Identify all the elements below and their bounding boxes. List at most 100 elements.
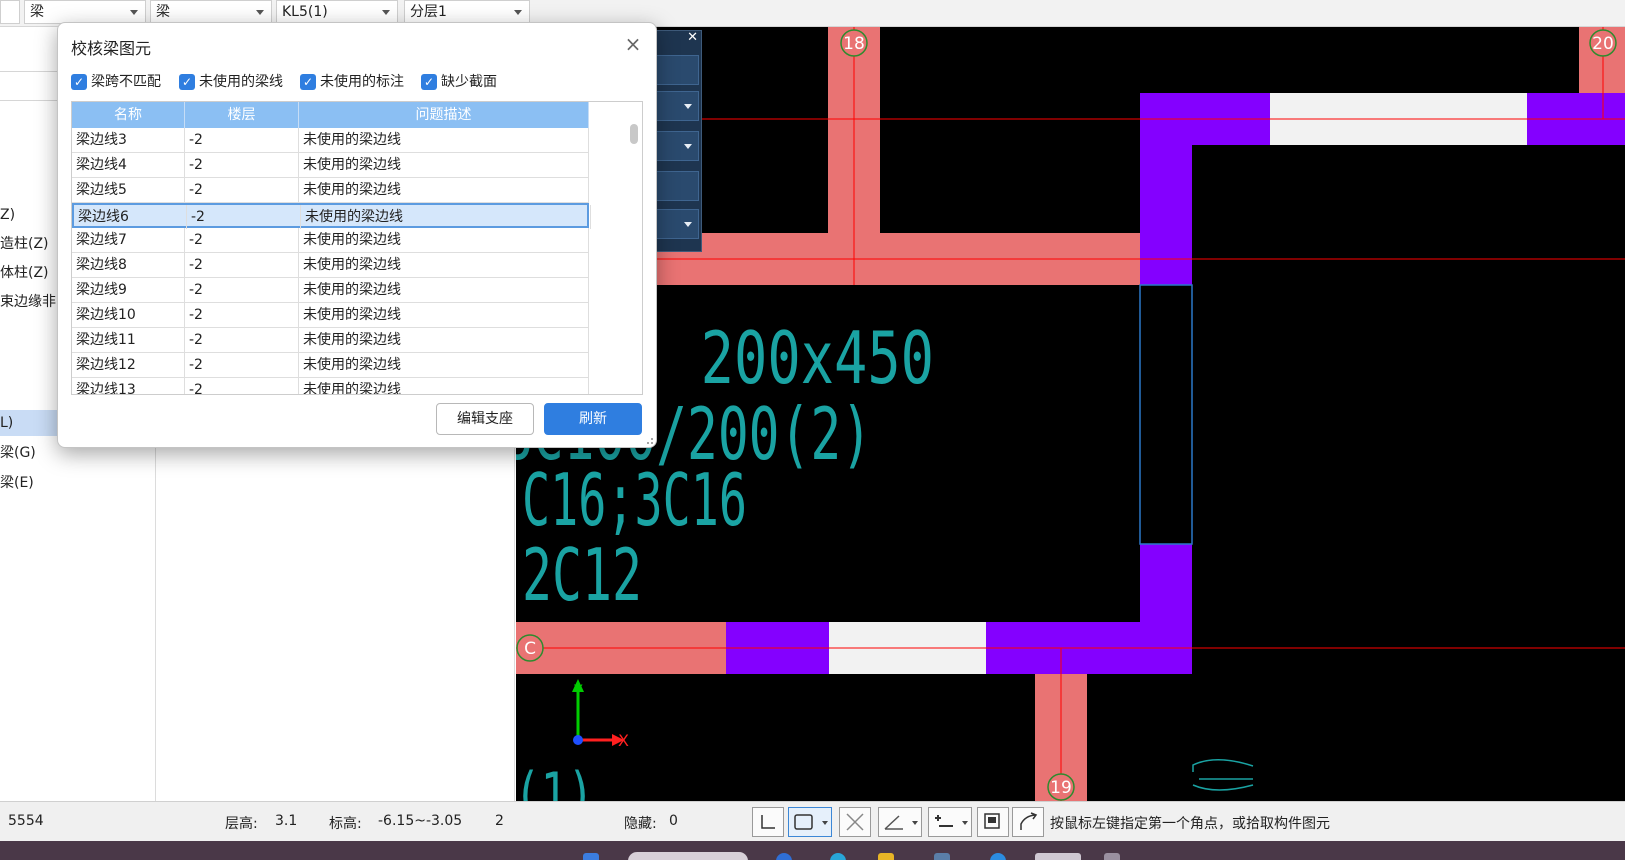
status-bar: 5554 层高: 3.1 标高: -6.15~-3.05 2 隐藏: 0 按鼠标… (0, 801, 1625, 841)
table-row[interactable]: 梁边线12 -2 未使用的梁边线 (72, 353, 589, 378)
column-header-floor[interactable]: 楼层 (185, 102, 299, 128)
table-cell-desc: 未使用的梁边线 (299, 278, 589, 302)
browser-icon[interactable] (776, 853, 792, 860)
table-row[interactable]: 梁边线9 -2 未使用的梁边线 (72, 278, 589, 303)
column-header-name[interactable]: 名称 (72, 102, 185, 128)
chevron-down-icon (256, 10, 264, 15)
table-cell-desc: 未使用的梁边线 (299, 353, 589, 377)
beam-annotation: C16;3C16 (522, 458, 747, 542)
table-cell-desc: 未使用的梁边线 (301, 205, 591, 229)
checkbox-unused-annotation[interactable]: ✓ 未使用的标注 (300, 72, 404, 92)
table-cell-floor: -2 (185, 303, 299, 327)
table-cell-name: 梁边线13 (72, 378, 185, 394)
table-cell-name: 梁边线8 (72, 253, 185, 277)
app-icon[interactable] (934, 853, 950, 860)
taskbar-search[interactable] (628, 852, 748, 860)
display-settings-button[interactable] (977, 807, 1009, 837)
section-symbol (1192, 759, 1254, 791)
floor-height-value: 3.1 (275, 813, 298, 829)
element-name-value: KL5(1) (282, 4, 328, 20)
table-cell-floor: -2 (185, 153, 299, 177)
floor-height-label: 层高: (225, 816, 258, 832)
orthogonal-mode-button[interactable] (752, 807, 784, 837)
y-axis-label: Y (573, 683, 583, 699)
axis-label-18: 18 (843, 34, 865, 54)
folder-icon[interactable] (878, 853, 894, 860)
tree-item[interactable]: 梁(G) (0, 440, 36, 466)
table-row[interactable]: 梁边线7 -2 未使用的梁边线 (72, 228, 589, 253)
trim-tool-button[interactable] (1012, 807, 1044, 837)
refresh-button[interactable]: 刷新 (544, 403, 642, 435)
snap-offset-button[interactable] (928, 807, 972, 837)
vertical-scrollbar[interactable] (630, 124, 638, 144)
checkbox-label: 梁跨不匹配 (91, 74, 161, 90)
table-row[interactable]: 梁边线10 -2 未使用的梁边线 (72, 303, 589, 328)
tree-item[interactable]: 梁(E) (0, 470, 34, 496)
table-cell-floor: -2 (185, 353, 299, 377)
table-cell-floor: -2 (185, 253, 299, 277)
table-cell-name: 梁边线4 (72, 153, 185, 177)
ortho-icon (761, 815, 775, 829)
selection-count: 2 (495, 813, 504, 829)
checkbox-missing-section[interactable]: ✓ 缺少截面 (421, 72, 497, 92)
tree-item[interactable]: 造柱(Z) (0, 231, 49, 257)
rectangle-select-icon (794, 814, 813, 830)
tree-item-label: 体柱(Z) (0, 265, 49, 281)
checkbox-span-mismatch[interactable]: ✓ 梁跨不匹配 (71, 72, 161, 92)
hidden-value: 0 (669, 813, 678, 829)
table-cell-name: 梁边线11 (72, 328, 185, 352)
element-type-value: 梁 (30, 4, 44, 20)
app-icon[interactable] (1104, 853, 1120, 860)
select-mode-button[interactable] (788, 807, 832, 837)
table-row[interactable]: 梁边线4 -2 未使用的梁边线 (72, 153, 589, 178)
checkmark-icon: ✓ (179, 74, 195, 90)
checkbox-label: 未使用的标注 (320, 74, 404, 90)
chevron-down-icon (382, 10, 390, 15)
active-app-icon[interactable] (1035, 853, 1081, 860)
element-type-combo[interactable]: 梁 (24, 0, 146, 24)
table-row[interactable]: 梁边线3 -2 未使用的梁边线 (72, 128, 589, 153)
angle-snap-button[interactable] (878, 807, 922, 837)
chevron-down-icon (514, 10, 522, 15)
checkbox-unused-beam-line[interactable]: ✓ 未使用的梁线 (179, 72, 283, 92)
table-row-selected[interactable]: 梁边线6 -2 未使用的梁边线 (72, 203, 591, 229)
issue-table: 名称 楼层 问题描述 梁边线3 -2 未使用的梁边线 梁边线4 -2 未使用的梁边线 梁边线… (71, 101, 643, 395)
axis-label-c: C (524, 639, 536, 659)
tree-item[interactable]: 体柱(Z) (0, 260, 49, 286)
table-row[interactable]: 梁边线13 -2 未使用的梁边线 (72, 378, 589, 394)
close-icon[interactable]: ✕ (687, 31, 698, 45)
edge-icon[interactable] (830, 853, 846, 860)
layers-icon (984, 813, 1000, 829)
table-cell-floor: -2 (185, 228, 299, 252)
resize-grip-icon[interactable] (644, 435, 654, 445)
table-cell-name: 梁边线9 (72, 278, 185, 302)
table-row[interactable]: 梁边线11 -2 未使用的梁边线 (72, 328, 589, 353)
elevation-label: 标高: (329, 816, 362, 832)
checkmark-icon: ✓ (71, 74, 87, 90)
axis-label-19: 19 (1050, 778, 1072, 798)
app-icon[interactable] (990, 853, 1006, 860)
dialog-title: 校核梁图元 (71, 39, 152, 58)
table-row[interactable]: 梁边线5 -2 未使用的梁边线 (72, 178, 589, 203)
table-row[interactable]: 梁边线8 -2 未使用的梁边线 (72, 253, 589, 278)
cross-select-button[interactable] (839, 807, 871, 837)
start-icon[interactable] (583, 853, 599, 860)
close-icon[interactable]: × (624, 34, 642, 54)
table-cell-desc: 未使用的梁边线 (299, 153, 589, 177)
offset-icon (935, 815, 953, 827)
chevron-down-icon (822, 821, 828, 825)
axis-label-20: 20 (1592, 34, 1614, 54)
tree-item-label: 造柱(Z) (0, 236, 49, 252)
chevron-down-icon (962, 821, 968, 825)
tree-item-label: Z) (0, 207, 16, 223)
layer-combo[interactable]: 分层1 (404, 0, 530, 24)
elevation-value: -6.15~-3.05 (378, 813, 463, 829)
tree-item[interactable]: Z) (0, 202, 15, 228)
element-name-combo[interactable]: KL5(1) (276, 0, 398, 24)
table-cell-desc: 未使用的梁边线 (299, 178, 589, 202)
column-header-description[interactable]: 问题描述 (299, 102, 589, 128)
element-subtype-combo[interactable]: 梁 (150, 0, 272, 24)
checkbox-label: 缺少截面 (441, 74, 497, 90)
checkmark-icon: ✓ (421, 74, 437, 90)
edit-support-button[interactable]: 编辑支座 (436, 403, 534, 435)
